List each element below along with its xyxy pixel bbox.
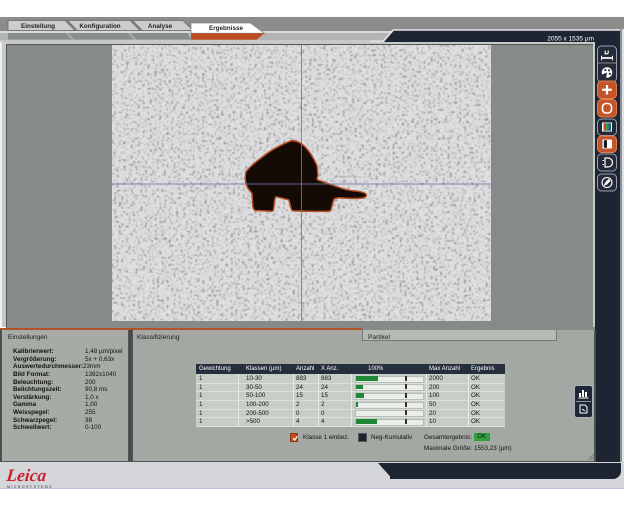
svg-text:Ergebnisse: Ergebnisse: [209, 25, 243, 32]
svg-text:Analyse: Analyse: [148, 23, 173, 30]
svg-text:MICROSYSTEMS: MICROSYSTEMS: [7, 485, 53, 489]
svg-text:Konfiguration: Konfiguration: [79, 23, 120, 30]
svg-text:Leica: Leica: [5, 465, 48, 485]
svg-text:Einstellung: Einstellung: [21, 23, 55, 30]
